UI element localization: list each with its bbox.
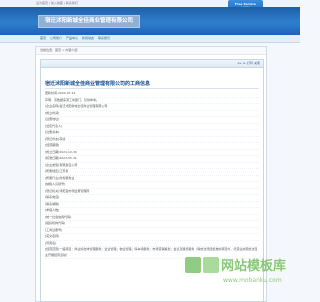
watermark-subtext: www.mobanku.com	[223, 277, 282, 284]
top-links[interactable]: 设为首页 | 加入收藏 | 联系我们	[36, 1, 78, 6]
panel-header: A+ A- 打印 关闭	[41, 60, 263, 68]
watermark-square-2	[203, 257, 219, 273]
main-nav: 首页 公司简介 产品中心 新闻动态 联系我们	[0, 35, 300, 43]
watermark-logo: 网站模板库 www.mobanku.com	[185, 257, 286, 284]
breadcrumb[interactable]: 当前位置：首页 > 内容介绍	[40, 48, 77, 53]
breadcrumb-bar: 当前位置：首页 > 内容介绍	[36, 47, 266, 55]
company-info-list: 更新时间:2024-07-12 声明：该数据来源工商部门，仅供参考。 [企业名称]宿…	[45, 91, 259, 259]
site-logo[interactable]: 宿迁沭阳新城全佳商业管理有限公司	[38, 15, 140, 28]
nav-item-products[interactable]: 产品中心	[66, 36, 78, 40]
title-divider	[45, 88, 259, 89]
article-title: 宿迁沭阳新城全佳商业管理有限公司的工商信息	[45, 81, 151, 87]
nav-item-contact[interactable]: 联系我们	[98, 36, 110, 40]
nav-item-news[interactable]: 新闻动态	[82, 36, 94, 40]
nav-item-home[interactable]: 首页	[40, 36, 46, 40]
watermark-square-1	[185, 257, 201, 273]
panel-tools[interactable]: A+ A- 打印 关闭	[238, 61, 261, 66]
watermark-text: 网站模板库	[221, 258, 286, 274]
site-header: 宿迁沭阳新城全佳商业管理有限公司	[0, 7, 300, 35]
nav-item-about[interactable]: 公司简介	[50, 36, 62, 40]
